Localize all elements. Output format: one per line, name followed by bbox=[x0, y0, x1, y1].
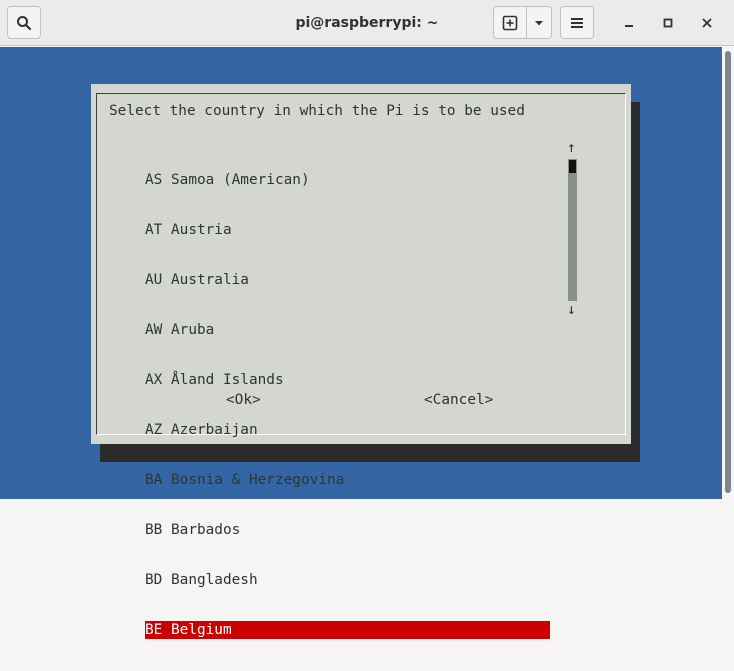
list-item[interactable]: AS Samoa (American) bbox=[145, 171, 550, 189]
hamburger-menu-icon bbox=[571, 17, 583, 28]
minimize-button[interactable] bbox=[612, 6, 646, 39]
list-scrollbar-thumb[interactable] bbox=[569, 160, 576, 173]
terminal-scrollbar-thumb[interactable] bbox=[725, 51, 731, 493]
maximize-icon bbox=[663, 18, 673, 27]
title-bar: pi@raspberrypi: ~ bbox=[0, 0, 734, 46]
new-tab-dropdown-button[interactable] bbox=[526, 6, 552, 39]
new-tab-button[interactable] bbox=[493, 6, 527, 39]
list-item[interactable]: BD Bangladesh bbox=[145, 571, 550, 589]
list-item[interactable]: AX Åland Islands bbox=[145, 371, 550, 389]
maximize-button[interactable] bbox=[651, 6, 685, 39]
scroll-up-arrow-icon[interactable]: ↑ bbox=[567, 139, 577, 157]
list-item-selected[interactable]: BE Belgium bbox=[145, 621, 550, 639]
list-item[interactable]: AW Aruba bbox=[145, 321, 550, 339]
list-item[interactable]: AZ Azerbaijan bbox=[145, 421, 550, 439]
chevron-down-icon bbox=[535, 20, 543, 25]
close-button[interactable] bbox=[690, 6, 724, 39]
terminal-scrollbar[interactable] bbox=[722, 47, 734, 499]
scroll-down-arrow-icon[interactable]: ↓ bbox=[567, 301, 577, 319]
ok-button[interactable]: <Ok> bbox=[226, 391, 261, 409]
dialog-prompt: Select the country in which the Pi is to… bbox=[109, 103, 525, 119]
close-icon bbox=[702, 17, 712, 28]
list-item[interactable]: BB Barbados bbox=[145, 521, 550, 539]
menu-button[interactable] bbox=[560, 6, 594, 39]
list-item[interactable]: AT Austria bbox=[145, 221, 550, 239]
new-tab-icon bbox=[502, 15, 518, 30]
list-scrollbar-track[interactable] bbox=[568, 159, 577, 301]
country-dialog: Select the country in which the Pi is to… bbox=[91, 84, 631, 639]
minimize-icon bbox=[625, 24, 633, 27]
cancel-button[interactable]: <Cancel> bbox=[424, 391, 493, 409]
list-item[interactable]: AU Australia bbox=[145, 271, 550, 289]
list-item[interactable]: BA Bosnia & Herzegovina bbox=[145, 471, 550, 489]
